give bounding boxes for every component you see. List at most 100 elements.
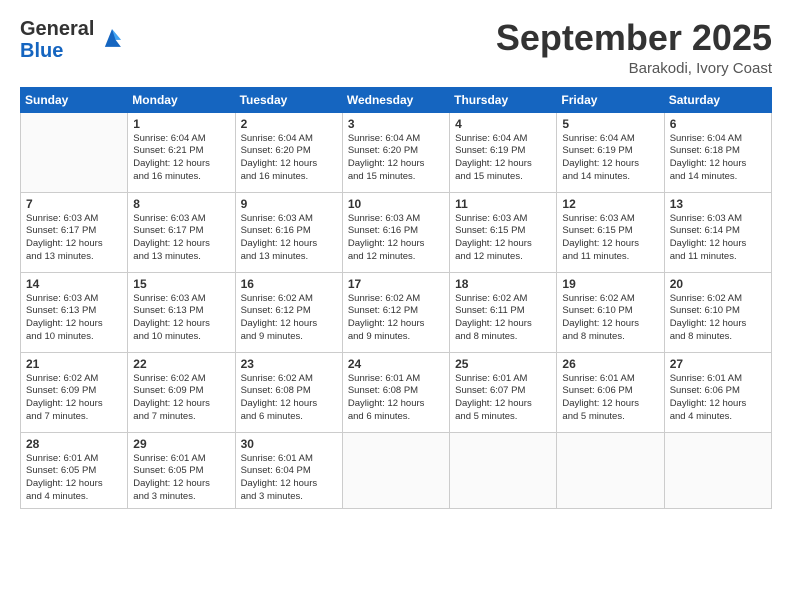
calendar-cell bbox=[450, 432, 557, 508]
calendar-cell: 4 Sunrise: 6:04 AM Sunset: 6:19 PM Daylig… bbox=[450, 112, 557, 192]
calendar-cell: 15 Sunrise: 6:03 AM Sunset: 6:13 PM Dayli… bbox=[128, 272, 235, 352]
calendar-week-row: 7 Sunrise: 6:03 AM Sunset: 6:17 PM Daylig… bbox=[21, 192, 772, 272]
day-number: 19 bbox=[562, 277, 659, 291]
day-number: 22 bbox=[133, 357, 230, 371]
calendar-cell bbox=[21, 112, 128, 192]
calendar-cell: 29 Sunrise: 6:01 AM Sunset: 6:05 PM Dayli… bbox=[128, 432, 235, 508]
calendar-cell: 5 Sunrise: 6:04 AM Sunset: 6:19 PM Daylig… bbox=[557, 112, 664, 192]
day-info: Sunrise: 6:03 AM Sunset: 6:15 PM Dayligh… bbox=[455, 213, 552, 264]
day-number: 6 bbox=[670, 117, 767, 131]
calendar-cell: 22Sunrise: 6:02 AM Sunset: 6:09 PM Dayli… bbox=[128, 352, 235, 432]
day-number: 12 bbox=[562, 197, 659, 211]
day-number: 3 bbox=[348, 117, 445, 131]
weekday-header: Sunday bbox=[21, 87, 128, 112]
weekday-header: Friday bbox=[557, 87, 664, 112]
day-info: Sunrise: 6:02 AM Sunset: 6:11 PM Dayligh… bbox=[455, 293, 552, 344]
day-info: Sunrise: 6:02 AM Sunset: 6:08 PM Dayligh… bbox=[241, 373, 338, 424]
calendar-cell: 30 Sunrise: 6:01 AM Sunset: 6:04 PM Dayli… bbox=[235, 432, 342, 508]
logo: General Blue bbox=[20, 18, 128, 62]
location: Barakodi, Ivory Coast bbox=[496, 60, 772, 77]
day-info: Sunrise: 6:03 AM Sunset: 6:17 PM Dayligh… bbox=[133, 213, 230, 264]
day-number: 5 bbox=[562, 117, 659, 131]
day-number: 9 bbox=[241, 197, 338, 211]
day-info: Sunrise: 6:04 AM Sunset: 6:21 PM Dayligh… bbox=[133, 133, 230, 184]
day-info: Sunrise: 6:02 AM Sunset: 6:12 PM Dayligh… bbox=[241, 293, 338, 344]
day-number: 10 bbox=[348, 197, 445, 211]
day-number: 18 bbox=[455, 277, 552, 291]
day-number: 24 bbox=[348, 357, 445, 371]
calendar-cell: 11 Sunrise: 6:03 AM Sunset: 6:15 PM Dayli… bbox=[450, 192, 557, 272]
calendar-cell bbox=[557, 432, 664, 508]
day-info: Sunrise: 6:04 AM Sunset: 6:20 PM Dayligh… bbox=[241, 133, 338, 184]
weekday-header: Thursday bbox=[450, 87, 557, 112]
day-info: Sunrise: 6:01 AM Sunset: 6:06 PM Dayligh… bbox=[562, 373, 659, 424]
day-number: 25 bbox=[455, 357, 552, 371]
day-info: Sunrise: 6:01 AM Sunset: 6:07 PM Dayligh… bbox=[455, 373, 552, 424]
calendar-cell: 13 Sunrise: 6:03 AM Sunset: 6:14 PM Dayli… bbox=[664, 192, 771, 272]
day-info: Sunrise: 6:01 AM Sunset: 6:04 PM Dayligh… bbox=[241, 453, 338, 504]
day-info: Sunrise: 6:02 AM Sunset: 6:10 PM Dayligh… bbox=[562, 293, 659, 344]
day-number: 1 bbox=[133, 117, 230, 131]
calendar-cell bbox=[664, 432, 771, 508]
day-info: Sunrise: 6:03 AM Sunset: 6:16 PM Dayligh… bbox=[348, 213, 445, 264]
day-number: 27 bbox=[670, 357, 767, 371]
weekday-header: Tuesday bbox=[235, 87, 342, 112]
calendar-cell bbox=[342, 432, 449, 508]
calendar: SundayMondayTuesdayWednesdayThursdayFrid… bbox=[20, 87, 772, 509]
calendar-cell: 6Sunrise: 6:04 AM Sunset: 6:18 PM Daylig… bbox=[664, 112, 771, 192]
day-info: Sunrise: 6:03 AM Sunset: 6:17 PM Dayligh… bbox=[26, 213, 123, 264]
day-info: Sunrise: 6:03 AM Sunset: 6:13 PM Dayligh… bbox=[133, 293, 230, 344]
day-info: Sunrise: 6:02 AM Sunset: 6:10 PM Dayligh… bbox=[670, 293, 767, 344]
calendar-cell: 24Sunrise: 6:01 AM Sunset: 6:08 PM Dayli… bbox=[342, 352, 449, 432]
calendar-cell: 9Sunrise: 6:03 AM Sunset: 6:16 PM Daylig… bbox=[235, 192, 342, 272]
day-number: 8 bbox=[133, 197, 230, 211]
page: General Blue September 2025 Barakodi, Iv… bbox=[0, 0, 792, 612]
calendar-week-row: 14Sunrise: 6:03 AM Sunset: 6:13 PM Dayli… bbox=[21, 272, 772, 352]
day-info: Sunrise: 6:02 AM Sunset: 6:09 PM Dayligh… bbox=[26, 373, 123, 424]
day-info: Sunrise: 6:02 AM Sunset: 6:12 PM Dayligh… bbox=[348, 293, 445, 344]
calendar-cell: 10 Sunrise: 6:03 AM Sunset: 6:16 PM Dayli… bbox=[342, 192, 449, 272]
calendar-cell: 18 Sunrise: 6:02 AM Sunset: 6:11 PM Dayli… bbox=[450, 272, 557, 352]
day-info: Sunrise: 6:03 AM Sunset: 6:13 PM Dayligh… bbox=[26, 293, 123, 344]
day-number: 2 bbox=[241, 117, 338, 131]
weekday-header: Monday bbox=[128, 87, 235, 112]
header: General Blue September 2025 Barakodi, Iv… bbox=[20, 18, 772, 77]
calendar-cell: 16 Sunrise: 6:02 AM Sunset: 6:12 PM Dayli… bbox=[235, 272, 342, 352]
logo-icon bbox=[96, 22, 128, 54]
calendar-cell: 23Sunrise: 6:02 AM Sunset: 6:08 PM Dayli… bbox=[235, 352, 342, 432]
calendar-cell: 26 Sunrise: 6:01 AM Sunset: 6:06 PM Dayli… bbox=[557, 352, 664, 432]
day-info: Sunrise: 6:01 AM Sunset: 6:05 PM Dayligh… bbox=[133, 453, 230, 504]
day-number: 28 bbox=[26, 437, 123, 451]
day-number: 7 bbox=[26, 197, 123, 211]
day-number: 15 bbox=[133, 277, 230, 291]
calendar-cell: 1 Sunrise: 6:04 AM Sunset: 6:21 PM Daylig… bbox=[128, 112, 235, 192]
day-number: 30 bbox=[241, 437, 338, 451]
day-info: Sunrise: 6:03 AM Sunset: 6:15 PM Dayligh… bbox=[562, 213, 659, 264]
day-number: 29 bbox=[133, 437, 230, 451]
calendar-week-row: 21 Sunrise: 6:02 AM Sunset: 6:09 PM Dayli… bbox=[21, 352, 772, 432]
weekday-header: Saturday bbox=[664, 87, 771, 112]
calendar-week-row: 28 Sunrise: 6:01 AM Sunset: 6:05 PM Dayli… bbox=[21, 432, 772, 508]
day-number: 26 bbox=[562, 357, 659, 371]
weekday-header-row: SundayMondayTuesdayWednesdayThursdayFrid… bbox=[21, 87, 772, 112]
day-info: Sunrise: 6:04 AM Sunset: 6:19 PM Dayligh… bbox=[455, 133, 552, 184]
calendar-cell: 27Sunrise: 6:01 AM Sunset: 6:06 PM Dayli… bbox=[664, 352, 771, 432]
calendar-cell: 28Sunrise: 6:01 AM Sunset: 6:05 PM Dayli… bbox=[21, 432, 128, 508]
calendar-cell: 19 Sunrise: 6:02 AM Sunset: 6:10 PM Dayli… bbox=[557, 272, 664, 352]
day-number: 21 bbox=[26, 357, 123, 371]
calendar-week-row: 1 Sunrise: 6:04 AM Sunset: 6:21 PM Daylig… bbox=[21, 112, 772, 192]
day-number: 16 bbox=[241, 277, 338, 291]
logo-general: General bbox=[20, 18, 94, 40]
day-number: 4 bbox=[455, 117, 552, 131]
day-info: Sunrise: 6:04 AM Sunset: 6:19 PM Dayligh… bbox=[562, 133, 659, 184]
month-title: September 2025 bbox=[496, 18, 772, 58]
calendar-cell: 2 Sunrise: 6:04 AM Sunset: 6:20 PM Daylig… bbox=[235, 112, 342, 192]
calendar-cell: 8 Sunrise: 6:03 AM Sunset: 6:17 PM Daylig… bbox=[128, 192, 235, 272]
day-number: 11 bbox=[455, 197, 552, 211]
title-block: September 2025 Barakodi, Ivory Coast bbox=[496, 18, 772, 77]
day-info: Sunrise: 6:03 AM Sunset: 6:14 PM Dayligh… bbox=[670, 213, 767, 264]
calendar-cell: 14Sunrise: 6:03 AM Sunset: 6:13 PM Dayli… bbox=[21, 272, 128, 352]
day-number: 13 bbox=[670, 197, 767, 211]
calendar-cell: 21 Sunrise: 6:02 AM Sunset: 6:09 PM Dayli… bbox=[21, 352, 128, 432]
calendar-cell: 20Sunrise: 6:02 AM Sunset: 6:10 PM Dayli… bbox=[664, 272, 771, 352]
